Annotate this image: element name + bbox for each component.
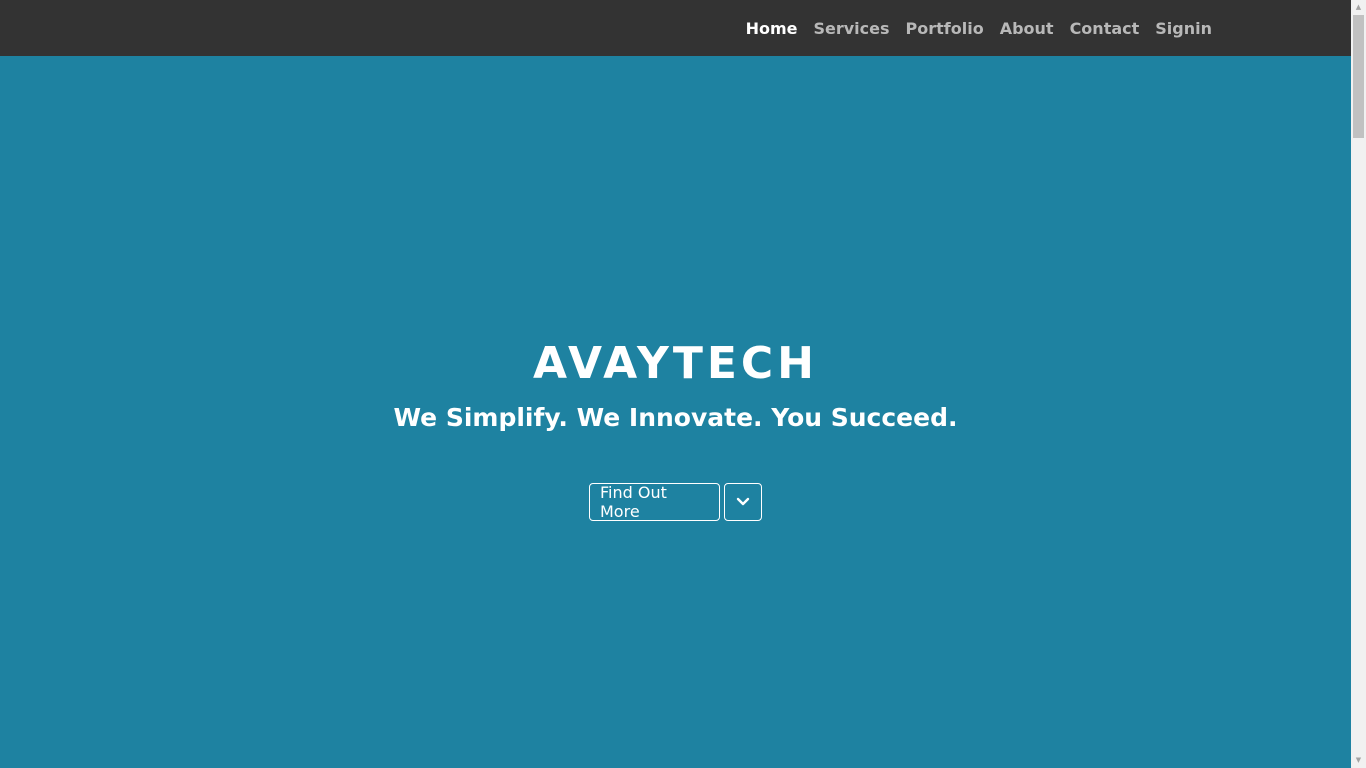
nav-link-home[interactable]: Home (746, 19, 798, 38)
nav-link-about[interactable]: About (1000, 19, 1054, 38)
nav-link-portfolio[interactable]: Portfolio (906, 19, 984, 38)
nav-link-services[interactable]: Services (813, 19, 889, 38)
page-scrollbar[interactable]: ▲ ▼ (1351, 0, 1366, 768)
nav-link-signin[interactable]: Signin (1155, 19, 1212, 38)
nav-menu: Home Services Portfolio About Contact Si… (730, 0, 1212, 56)
scroll-up-arrow-icon[interactable]: ▲ (1351, 0, 1366, 15)
scroll-down-button[interactable] (724, 483, 762, 521)
cta-row: Find Out More (0, 483, 1351, 521)
hero-tagline: We Simplify. We Innovate. You Succeed. (393, 403, 958, 432)
find-out-more-button[interactable]: Find Out More (589, 483, 720, 521)
brand-title: AVAYTECH (532, 338, 819, 389)
nav-link-contact[interactable]: Contact (1070, 19, 1140, 38)
chevron-down-icon (736, 497, 750, 506)
scroll-down-arrow-icon[interactable]: ▼ (1351, 753, 1366, 768)
scroll-thumb[interactable] (1353, 15, 1364, 138)
top-navbar: Home Services Portfolio About Contact Si… (0, 0, 1351, 56)
hero-section: AVAYTECH We Simplify. We Innovate. You S… (0, 56, 1351, 768)
